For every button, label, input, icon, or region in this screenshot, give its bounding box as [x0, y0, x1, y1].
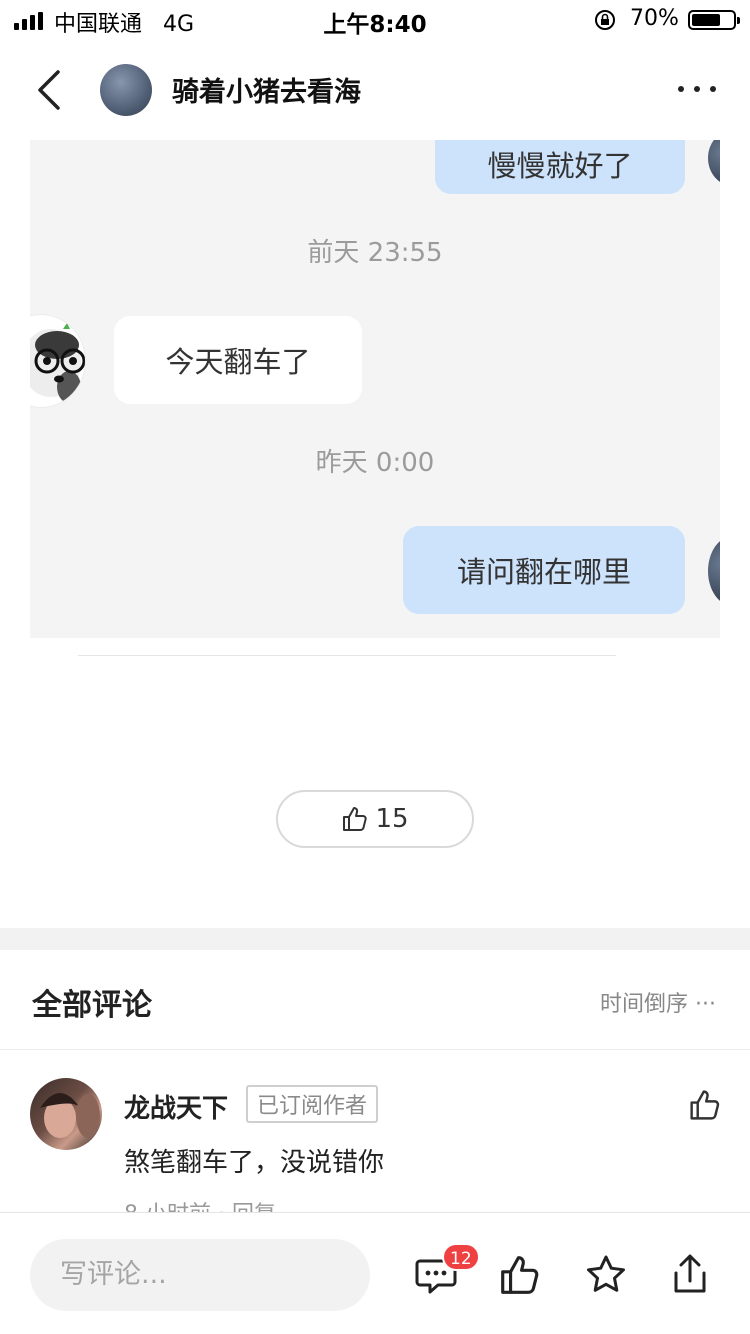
more-options-button[interactable]: [672, 74, 722, 104]
comment-text: 煞笔翻车了，没说错你: [124, 1148, 385, 1178]
article-like-button[interactable]: 15: [276, 790, 474, 848]
comment-meta: 8 小时前 · 回复: [124, 1196, 276, 1212]
subscriber-badge: 已订阅作者: [246, 1085, 379, 1123]
content-divider: [78, 655, 616, 656]
chat-timestamp: 昨天 0:00: [315, 448, 435, 478]
chat-avatar-right: [708, 140, 720, 186]
chat-avatar-dog: [30, 314, 86, 408]
chat-avatar-right: [708, 536, 720, 606]
chat-bubble-sent: 慢慢就好了: [435, 140, 685, 194]
share-icon[interactable]: [668, 1253, 712, 1297]
comment-input[interactable]: 写评论...: [30, 1239, 370, 1311]
thumbs-up-icon[interactable]: [498, 1253, 542, 1297]
sort-order-button[interactable]: 时间倒序 ···: [600, 986, 716, 1018]
thumbs-up-icon: [343, 807, 368, 831]
star-icon[interactable]: [584, 1253, 628, 1297]
section-separator: [0, 928, 750, 950]
battery-percent: 70%: [630, 6, 679, 31]
rotation-lock-icon: [595, 10, 615, 30]
battery-icon: [688, 10, 740, 30]
author-name[interactable]: 骑着小猪去看海: [172, 70, 361, 109]
chat-bubble-received: 今天翻车了: [114, 316, 362, 404]
chat-timestamp: 前天 23:55: [307, 238, 443, 268]
comments-header: 全部评论 时间倒序 ···: [0, 950, 750, 1050]
like-count: 15: [375, 804, 409, 834]
commenter-avatar[interactable]: [30, 1078, 102, 1150]
author-avatar[interactable]: [100, 64, 152, 116]
comment-item: 龙战天下 已订阅作者 煞笔翻车了，没说错你 8 小时前 · 回复: [0, 1052, 750, 1212]
chat-bubble-sent: 请问翻在哪里: [403, 526, 685, 614]
bottom-action-bar: 写评论... 12: [0, 1212, 750, 1334]
comment-like-button[interactable]: [688, 1088, 722, 1122]
comment-count-badge: 12: [442, 1243, 480, 1271]
status-bar: 中国联通 4G 上午8:40 70%: [0, 0, 750, 40]
top-nav-bar: 骑着小猪去看海: [0, 40, 750, 140]
commenter-name[interactable]: 龙战天下: [124, 1088, 228, 1125]
chat-screenshot-image: 慢慢就好了 前天 23:55 今天翻车了 昨天 0:00 请问翻在哪里: [30, 140, 720, 638]
back-button[interactable]: [28, 66, 68, 114]
comments-title: 全部评论: [32, 988, 152, 1023]
